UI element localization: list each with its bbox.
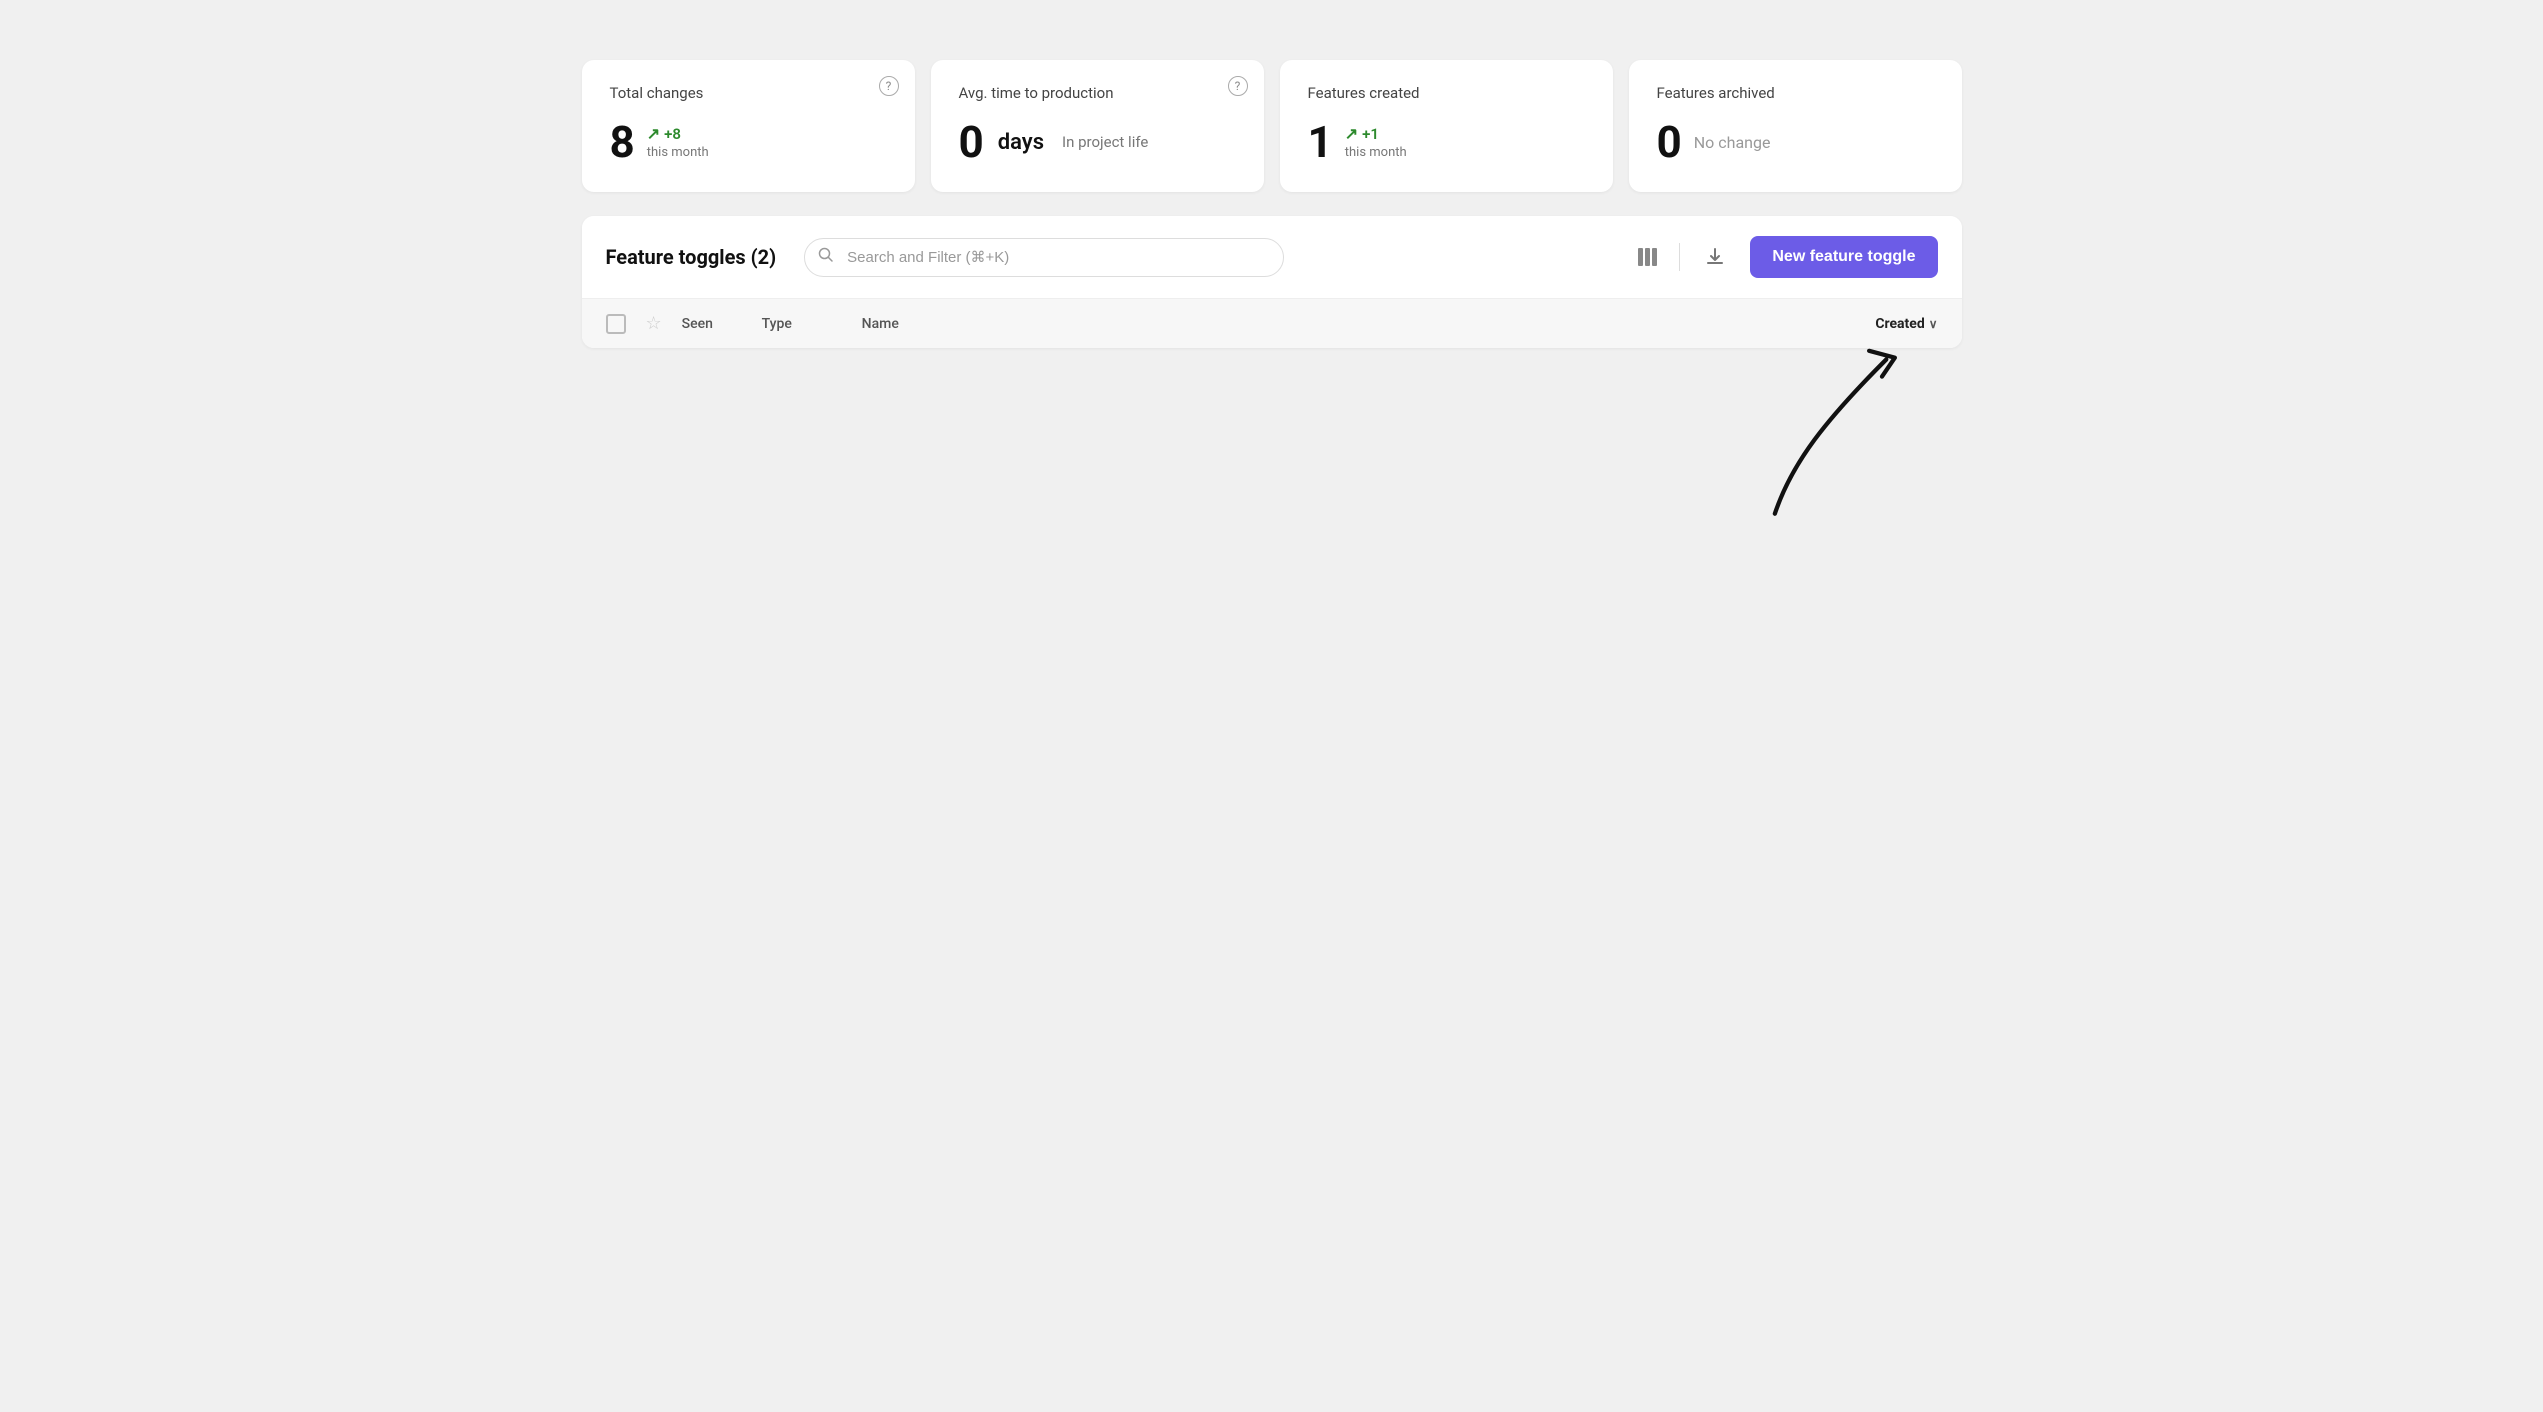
stat-title-total-changes: Total changes	[610, 84, 887, 102]
columns-button[interactable]	[1628, 240, 1667, 274]
vertical-divider	[1679, 243, 1680, 271]
change-badge-total-changes: ↗ +8	[647, 124, 709, 143]
search-bar[interactable]	[804, 238, 1284, 277]
stat-value-avg-time: 0	[959, 120, 984, 164]
help-icon-avg-time[interactable]: ?	[1228, 76, 1248, 96]
sort-arrow-icon: ∨	[1929, 317, 1938, 331]
stat-card-avg-time: ? Avg. time to production 0 days In proj…	[931, 60, 1264, 192]
search-input[interactable]	[804, 238, 1284, 277]
change-badge-features-created: ↗ +1	[1345, 124, 1407, 143]
table-header: ☆ Seen Type Name Created ∨	[582, 298, 1962, 348]
col-header-type: Type	[762, 316, 842, 332]
toggles-section: Feature toggles (2)	[582, 216, 1962, 348]
help-icon-total-changes[interactable]: ?	[879, 76, 899, 96]
stat-title-features-archived: Features archived	[1657, 84, 1934, 102]
stat-unit-avg-time: days	[998, 130, 1044, 155]
toggles-title: Feature toggles (2)	[606, 245, 777, 269]
new-feature-toggle-button[interactable]: New feature toggle	[1750, 236, 1937, 278]
download-button[interactable]	[1692, 238, 1738, 276]
stat-value-total-changes: 8	[610, 120, 635, 164]
col-header-created[interactable]: Created ∨	[1875, 316, 1937, 332]
toggles-header: Feature toggles (2)	[582, 216, 1962, 298]
header-actions: New feature toggle	[1628, 236, 1937, 278]
change-label-features-created: this month	[1345, 145, 1407, 160]
col-header-seen: Seen	[682, 316, 742, 332]
stat-title-features-created: Features created	[1308, 84, 1585, 102]
stat-card-total-changes: ? Total changes 8 ↗ +8 this month	[582, 60, 915, 192]
trend-up-icon-created: ↗	[1345, 124, 1358, 143]
stat-sublabel-features-archived: No change	[1694, 133, 1771, 152]
select-all-checkbox[interactable]	[606, 314, 626, 334]
stat-sublabel-avg-time: In project life	[1062, 133, 1148, 151]
search-icon	[818, 247, 834, 267]
change-group-total-changes: ↗ +8 this month	[647, 124, 709, 160]
stat-value-features-created: 1	[1308, 120, 1333, 164]
stat-title-avg-time: Avg. time to production	[959, 84, 1236, 102]
stat-value-features-archived: 0	[1657, 120, 1682, 164]
change-label-total-changes: this month	[647, 145, 709, 160]
favorite-star-icon[interactable]: ☆	[646, 313, 662, 334]
stat-card-features-created: Features created 1 ↗ +1 this month	[1280, 60, 1613, 192]
columns-icon	[1638, 248, 1657, 266]
change-group-features-created: ↗ +1 this month	[1345, 124, 1407, 160]
stats-row: ? Total changes 8 ↗ +8 this month ? Avg.…	[582, 60, 1962, 192]
stat-card-features-archived: Features archived 0 No change	[1629, 60, 1962, 192]
col-header-name: Name	[862, 316, 1856, 332]
trend-up-icon: ↗	[647, 124, 660, 143]
